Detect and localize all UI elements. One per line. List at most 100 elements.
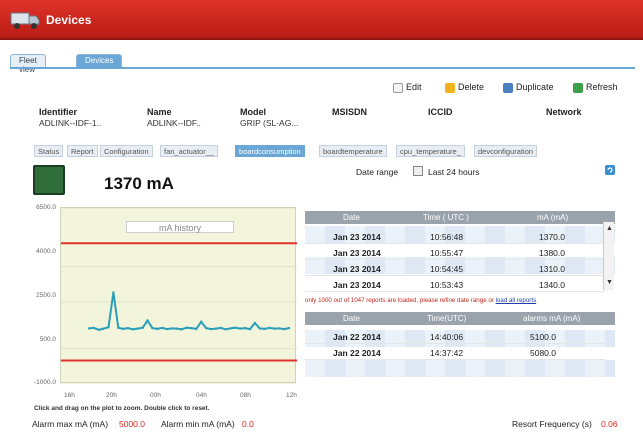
- table-row[interactable]: Jan 23 2014 10:53:43 1340.0: [305, 277, 605, 292]
- scroll-down-icon[interactable]: ▼: [605, 278, 614, 287]
- cell-time: 10:56:48: [430, 232, 464, 242]
- tab-cpu-temperature[interactable]: cpu_temperature_: [396, 145, 465, 157]
- data-point: [229, 327, 232, 330]
- cell-value: 1380.0: [539, 248, 565, 258]
- duplicate-icon: [503, 82, 513, 93]
- duplicate-label: Duplicate: [516, 82, 554, 92]
- refresh-label: Refresh: [586, 82, 618, 92]
- table-row[interactable]: Jan 23 2014 10:54:45 1310.0: [305, 261, 605, 276]
- col-network: Network: [546, 107, 582, 117]
- data-point: [180, 328, 183, 331]
- date-range-label: Date range: [356, 167, 399, 177]
- tab-configuration[interactable]: Configuration: [100, 145, 153, 157]
- alarm-max-value: 5000.0: [119, 419, 145, 429]
- data-point: [117, 326, 120, 329]
- col-model: Model: [240, 107, 266, 117]
- y-tick: -1000.0: [34, 379, 57, 386]
- truck-icon: [10, 12, 40, 29]
- data-point: [156, 327, 159, 331]
- identifier-value: ADLINK--IDF-1..: [39, 118, 102, 128]
- delete-icon: [445, 82, 455, 93]
- reports-notice: only 1000 out of 1047 reports are loaded…: [305, 297, 536, 304]
- chip-icon: [33, 165, 65, 195]
- th-time[interactable]: Time ( UTC ): [423, 213, 469, 222]
- cell-value: 1370.0: [539, 232, 565, 242]
- tab-devices[interactable]: Devices: [76, 54, 123, 67]
- cell-value: 1340.0: [539, 280, 565, 290]
- table-row[interactable]: Jan 22 2014 14:40:06 5100.0: [305, 329, 605, 344]
- th-ma[interactable]: mA (mA): [537, 213, 568, 222]
- data-point: [190, 326, 193, 330]
- table-row[interactable]: Jan 22 2014 14:37:42 5080.0: [305, 345, 605, 360]
- cell-date: Jan 22 2014: [333, 348, 381, 358]
- data-point: [234, 326, 237, 329]
- tab-boardconsumption[interactable]: boardconsumption: [235, 145, 305, 157]
- chart-svg: [61, 207, 297, 385]
- notice-text: only 1000 out of 1047 reports are loaded…: [305, 297, 496, 304]
- data-point: [258, 327, 261, 330]
- col-name: Name: [147, 107, 172, 117]
- th-alarm-value[interactable]: alarms mA (mA): [523, 314, 580, 323]
- data-point: [248, 327, 252, 331]
- y-tick: 4000.0: [36, 248, 56, 255]
- window-title: Devices: [46, 13, 92, 27]
- data-point: [287, 326, 291, 330]
- data-point: [146, 319, 149, 322]
- data-point: [200, 320, 203, 323]
- edit-button[interactable]: Edit: [393, 82, 422, 94]
- tab-status[interactable]: Status: [34, 145, 64, 157]
- th-alarm-time[interactable]: Time(UTC): [427, 314, 466, 323]
- data-point: [87, 327, 91, 330]
- series-line: [88, 292, 290, 331]
- report-frequency-value: 0.06: [601, 419, 618, 429]
- tab-report[interactable]: Report: [67, 145, 98, 157]
- x-tick: 16h: [64, 392, 75, 399]
- reload-icon[interactable]: [605, 165, 615, 175]
- data-point: [107, 326, 110, 329]
- calendar-icon[interactable]: [413, 166, 423, 176]
- table-scrollbar[interactable]: ▲ ▼: [603, 222, 614, 290]
- table-row[interactable]: Jan 23 2014 10:56:48 1370.0: [305, 229, 605, 244]
- tab-devconfiguration[interactable]: devconfiguration: [474, 145, 538, 157]
- data-point: [278, 327, 281, 330]
- name-value: ADLINK--IDF..: [147, 118, 201, 128]
- x-tick: 12h: [286, 392, 297, 399]
- tab-fan-actuator[interactable]: fan_actuator__: [160, 145, 219, 157]
- edit-label: Edit: [406, 82, 422, 92]
- data-point: [136, 327, 139, 330]
- scroll-up-icon[interactable]: ▲: [605, 224, 614, 233]
- load-all-reports-link[interactable]: load all reports: [496, 297, 537, 304]
- data-point: [170, 327, 174, 330]
- duplicate-button[interactable]: Duplicate: [503, 82, 554, 94]
- data-point: [239, 327, 242, 330]
- report-frequency-label: Resort Frequency (s): [512, 419, 592, 429]
- cell-date: Jan 23 2014: [333, 280, 381, 290]
- cell-time: 10:53:43: [430, 280, 464, 290]
- data-point: [214, 327, 217, 330]
- cell-date: Jan 23 2014: [333, 264, 381, 274]
- delete-button[interactable]: Delete: [445, 82, 484, 94]
- refresh-button[interactable]: Refresh: [573, 82, 618, 94]
- th-date[interactable]: Date: [343, 213, 360, 222]
- date-range-value[interactable]: Last 24 hours: [428, 167, 480, 177]
- cell-value: 5100.0: [530, 332, 556, 342]
- data-point: [253, 321, 257, 325]
- alarms-table-header: Date Time(UTC) alarms mA (mA): [305, 312, 615, 325]
- x-tick: 08h: [240, 392, 251, 399]
- tab-boardtemperature[interactable]: boardtemperature: [319, 145, 387, 157]
- data-point: [263, 327, 266, 331]
- model-value: GRIP (SL-AG...: [240, 118, 299, 128]
- alarm-min-label: Alarm min mA (mA): [161, 419, 235, 429]
- data-point: [209, 327, 213, 331]
- y-tick: 2500.0: [36, 292, 56, 299]
- data-point: [151, 326, 154, 330]
- table-row[interactable]: Jan 23 2014 10:55:47 1380.0: [305, 245, 605, 260]
- cell-date: Jan 23 2014: [333, 248, 381, 258]
- data-point: [219, 326, 222, 330]
- cell-time: 14:37:42: [430, 348, 464, 358]
- col-msisdn: MSISDN: [332, 107, 368, 117]
- tab-fleet-view[interactable]: Fleet view: [10, 54, 46, 74]
- data-point: [268, 326, 271, 330]
- th-alarm-date[interactable]: Date: [343, 314, 360, 323]
- chart-hint: Click and drag on the plot to zoom. Doub…: [34, 405, 210, 412]
